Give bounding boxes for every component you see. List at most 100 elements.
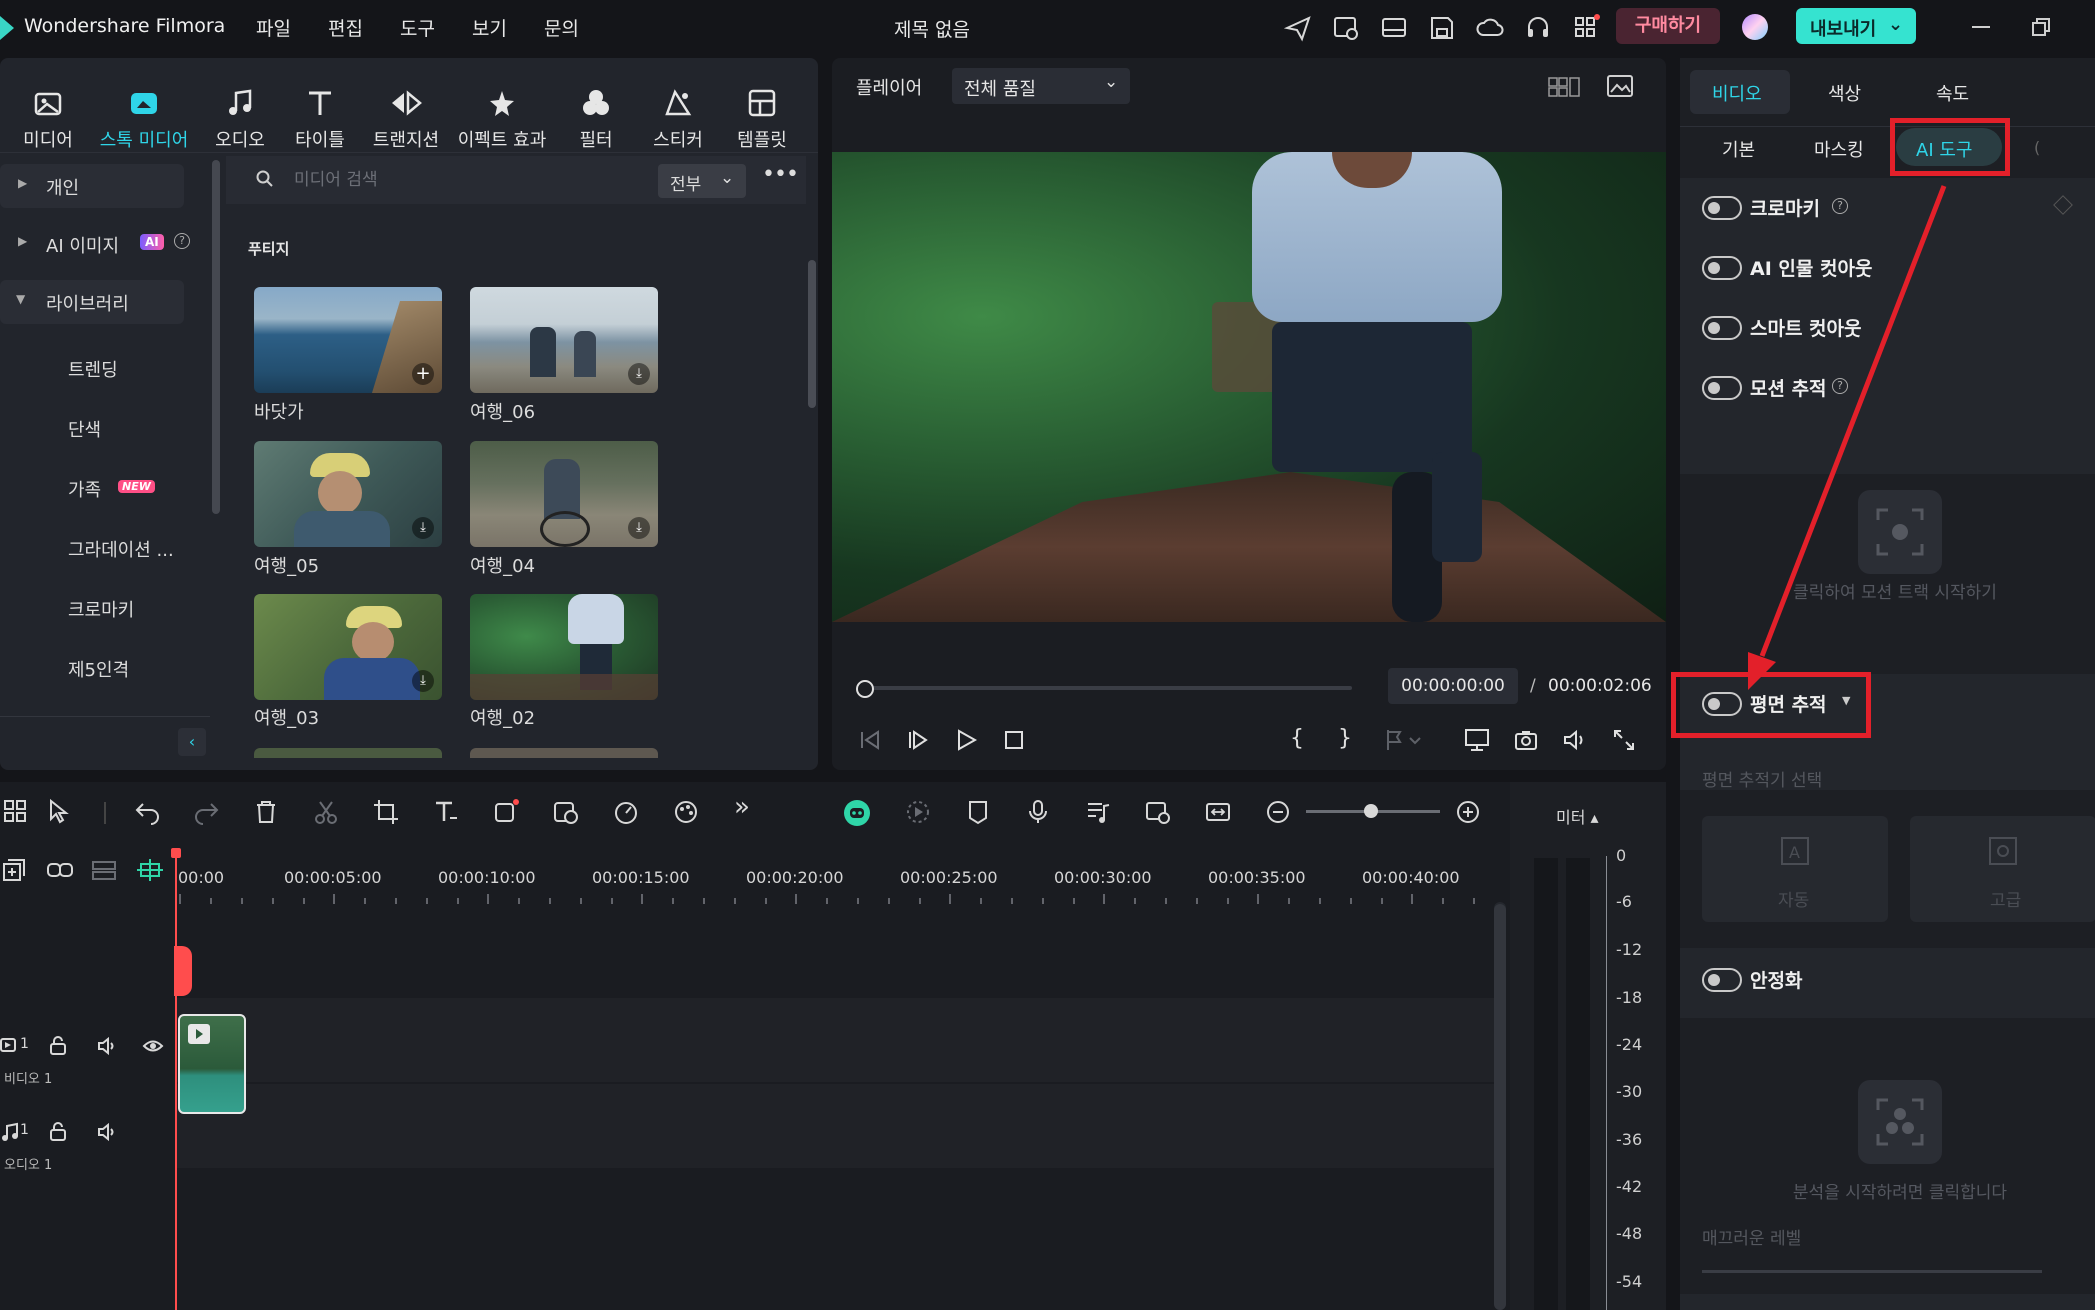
- tree-item-family[interactable]: 가족 NEW: [68, 476, 188, 504]
- audio-mix-icon[interactable]: [1084, 798, 1112, 826]
- thumbnail-travel-04[interactable]: ⤓: [470, 441, 658, 547]
- save-icon[interactable]: [1428, 14, 1456, 42]
- avatar[interactable]: [1742, 14, 1768, 40]
- layout-icon[interactable]: [1380, 14, 1408, 42]
- subtab-basic[interactable]: 기본: [1722, 136, 1755, 162]
- playhead-top-marker[interactable]: [171, 848, 181, 858]
- chroma-toggle[interactable]: [1702, 196, 1742, 220]
- subtab-masking[interactable]: 마스킹: [1814, 136, 1864, 162]
- add-track-icon[interactable]: [2, 858, 26, 882]
- mark-out-icon[interactable]: }: [1338, 726, 1352, 751]
- menu-file[interactable]: 파일: [256, 14, 291, 41]
- tab-media[interactable]: 미디어: [0, 86, 96, 152]
- render-icon[interactable]: [904, 798, 932, 826]
- tree-item-library[interactable]: ▼ 라이브러리: [0, 280, 184, 324]
- send-icon[interactable]: [1284, 14, 1312, 42]
- link-icon[interactable]: [46, 858, 74, 882]
- tab-stickers[interactable]: 스티커: [630, 86, 726, 152]
- track-layout-icon[interactable]: [90, 858, 118, 882]
- eye-icon[interactable]: [142, 1036, 164, 1056]
- shield-icon[interactable]: [964, 798, 992, 826]
- tab-effects[interactable]: 이펙트 효과: [448, 86, 556, 152]
- thumbnail-travel-05[interactable]: ⤓: [254, 441, 442, 547]
- download-icon[interactable]: ⤓: [628, 517, 650, 539]
- tree-item-gradient[interactable]: 그라데이션 ...: [68, 536, 174, 562]
- volume-icon[interactable]: [96, 1036, 118, 1056]
- thumbnail-partial[interactable]: [470, 748, 658, 758]
- tree-item-chroma[interactable]: 크로마키: [68, 596, 134, 622]
- stabilize-toggle[interactable]: [1702, 968, 1742, 992]
- prev-frame-icon[interactable]: [858, 728, 882, 752]
- lock-icon[interactable]: [48, 1036, 68, 1056]
- minimize-icon[interactable]: [1972, 26, 1990, 28]
- advanced-button[interactable]: 고급: [1910, 816, 2095, 922]
- lock-icon[interactable]: [48, 1122, 68, 1142]
- playhead-line[interactable]: [175, 852, 177, 1310]
- tab-speed[interactable]: 속도: [1936, 80, 1969, 106]
- more-tools-icon[interactable]: »: [734, 792, 762, 822]
- playhead-knob[interactable]: [856, 680, 874, 698]
- zoom-slider-knob[interactable]: [1364, 804, 1378, 818]
- help-icon[interactable]: ?: [1832, 198, 1848, 214]
- tab-transitions[interactable]: 트랜지션: [356, 86, 456, 152]
- search-input[interactable]: [292, 166, 556, 194]
- thumbnail-beach[interactable]: +: [254, 287, 442, 393]
- help-icon[interactable]: ?: [174, 233, 190, 249]
- color-palette-icon[interactable]: [672, 798, 700, 826]
- buy-button[interactable]: 구매하기: [1616, 8, 1720, 44]
- export-button[interactable]: 내보내기 ⌄: [1796, 8, 1916, 44]
- smooth-level-slider[interactable]: [1702, 1270, 2042, 1273]
- speed-icon[interactable]: [612, 798, 640, 826]
- restore-icon[interactable]: [2032, 18, 2050, 36]
- snap-icon[interactable]: [136, 858, 164, 882]
- video-preview[interactable]: [832, 152, 1666, 622]
- auto-sync-icon[interactable]: [1144, 798, 1172, 826]
- help-icon[interactable]: ?: [1832, 378, 1848, 394]
- zoom-out-icon[interactable]: [1264, 798, 1292, 826]
- timeline-scroll-thumb[interactable]: [1494, 904, 1506, 1310]
- volume-icon[interactable]: [1562, 728, 1588, 752]
- tab-titles[interactable]: 타이틀: [272, 86, 368, 152]
- apps-icon[interactable]: [1572, 14, 1600, 42]
- camera-icon[interactable]: [1514, 728, 1538, 752]
- ai-cutout-toggle[interactable]: [1702, 256, 1742, 280]
- tree-item-ai-image[interactable]: ▶ AI 이미지 AI ?: [0, 224, 200, 264]
- add-icon[interactable]: +: [412, 363, 434, 385]
- download-icon[interactable]: ⤓: [412, 517, 434, 539]
- text-tool-icon[interactable]: [432, 798, 460, 826]
- mark-in-icon[interactable]: {: [1290, 726, 1304, 751]
- download-icon[interactable]: ⤓: [412, 670, 434, 692]
- tree-scrollbar[interactable]: [212, 160, 220, 514]
- microphone-icon[interactable]: [1024, 798, 1052, 826]
- motion-track-start-icon[interactable]: [1858, 490, 1942, 574]
- analyze-start-icon[interactable]: [1858, 1080, 1942, 1164]
- more-icon[interactable]: •••: [762, 162, 799, 187]
- tab-color[interactable]: 색상: [1828, 80, 1861, 106]
- ai-object-icon[interactable]: [552, 798, 580, 826]
- snapshot-view-icon[interactable]: [1606, 74, 1634, 98]
- redo-icon[interactable]: [192, 798, 220, 826]
- progress-track[interactable]: [862, 686, 1352, 690]
- fullscreen-icon[interactable]: [1612, 728, 1636, 752]
- schedule-icon[interactable]: [1332, 14, 1360, 42]
- menu-edit[interactable]: 편집: [328, 14, 363, 41]
- auto-button[interactable]: A 자동: [1702, 816, 1888, 922]
- select-tool-icon[interactable]: [46, 798, 74, 826]
- grid-view-icon[interactable]: [1548, 76, 1580, 98]
- subtab-more[interactable]: (: [2034, 138, 2040, 157]
- menu-help[interactable]: 문의: [544, 14, 579, 41]
- delete-icon[interactable]: [252, 798, 280, 826]
- tree-item-personal[interactable]: ▶ 개인: [0, 164, 184, 208]
- video-track-row[interactable]: [176, 998, 1506, 1082]
- smart-cutout-toggle[interactable]: [1702, 316, 1742, 340]
- current-time[interactable]: 00:00:00:00: [1388, 668, 1518, 704]
- tab-video[interactable]: 비디오: [1690, 70, 1790, 114]
- download-icon[interactable]: ⤓: [628, 363, 650, 385]
- zoom-in-icon[interactable]: [1454, 798, 1482, 826]
- cloud-icon[interactable]: [1476, 14, 1504, 42]
- tab-templates[interactable]: 템플릿: [714, 86, 810, 152]
- marker-icon[interactable]: [1384, 728, 1424, 752]
- undo-icon[interactable]: [134, 798, 162, 826]
- tree-item-trending[interactable]: 트렌딩: [68, 356, 118, 382]
- display-icon[interactable]: [1464, 728, 1492, 752]
